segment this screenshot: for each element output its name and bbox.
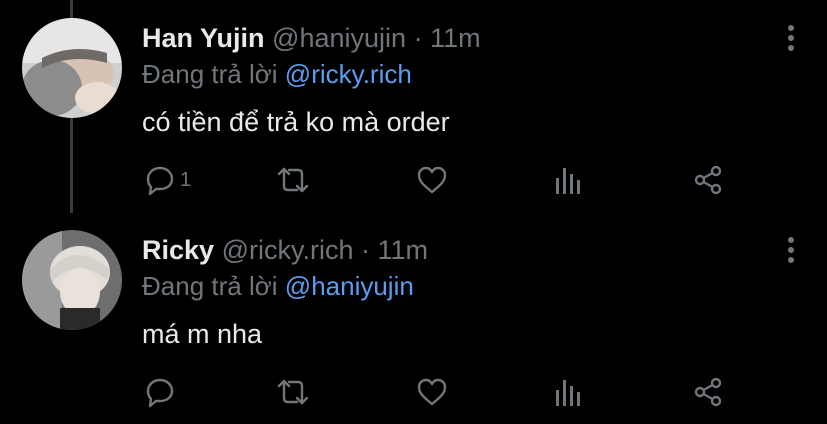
- share-icon: [692, 376, 724, 408]
- like-button[interactable]: [415, 160, 449, 200]
- analytics-icon: [554, 164, 584, 196]
- analytics-button[interactable]: [554, 160, 584, 200]
- tweet-text: má m nha: [142, 319, 263, 349]
- user-handle[interactable]: @haniyujin: [272, 23, 406, 53]
- timestamp[interactable]: 11m: [430, 23, 481, 53]
- reply-context: Đang trả lời @haniyujin: [142, 268, 414, 304]
- display-name[interactable]: Han Yujin: [142, 23, 265, 53]
- like-icon: [415, 376, 449, 408]
- tweet-actions: [140, 372, 740, 412]
- analytics-icon: [554, 376, 584, 408]
- reply-mention-link[interactable]: @ricky.rich: [285, 59, 412, 89]
- user-handle[interactable]: @ricky.rich: [222, 235, 354, 265]
- retweet-icon: [275, 376, 311, 408]
- tweet[interactable]: Han Yujin @haniyujin · 11m Đang trả lời …: [0, 0, 827, 212]
- reply-button[interactable]: [144, 372, 180, 412]
- share-icon: [692, 164, 724, 196]
- tweet-actions: 1: [140, 160, 740, 200]
- separator-dot: ·: [413, 23, 423, 53]
- share-button[interactable]: [692, 372, 724, 412]
- more-icon[interactable]: [787, 24, 795, 52]
- avatar[interactable]: [22, 18, 122, 118]
- more-icon[interactable]: [787, 236, 795, 264]
- like-button[interactable]: [415, 372, 449, 412]
- timestamp[interactable]: 11m: [378, 235, 429, 265]
- reply-prefix: Đang trả lời: [142, 59, 278, 89]
- analytics-button[interactable]: [554, 372, 584, 412]
- retweet-button[interactable]: [275, 372, 311, 412]
- reply-icon: [144, 376, 176, 408]
- retweet-button[interactable]: [275, 160, 311, 200]
- retweet-icon: [275, 164, 311, 196]
- share-button[interactable]: [692, 160, 724, 200]
- reply-context: Đang trả lời @ricky.rich: [142, 56, 412, 92]
- display-name[interactable]: Ricky: [142, 235, 214, 265]
- avatar[interactable]: [22, 230, 122, 330]
- reply-count: 1: [180, 168, 192, 191]
- separator-dot: ·: [361, 235, 370, 265]
- tweet-text: có tiền để trả ko mà order: [142, 107, 450, 137]
- tweet-header: Ricky @ricky.rich · 11m: [142, 232, 428, 268]
- tweet-header: Han Yujin @haniyujin · 11m: [142, 20, 481, 56]
- reply-mention-link[interactable]: @haniyujin: [285, 271, 414, 301]
- tweet[interactable]: Ricky @ricky.rich · 11m Đang trả lời @ha…: [0, 212, 827, 424]
- reply-icon: [144, 164, 176, 196]
- reply-button[interactable]: 1: [144, 160, 191, 200]
- reply-prefix: Đang trả lời: [142, 271, 278, 301]
- like-icon: [415, 164, 449, 196]
